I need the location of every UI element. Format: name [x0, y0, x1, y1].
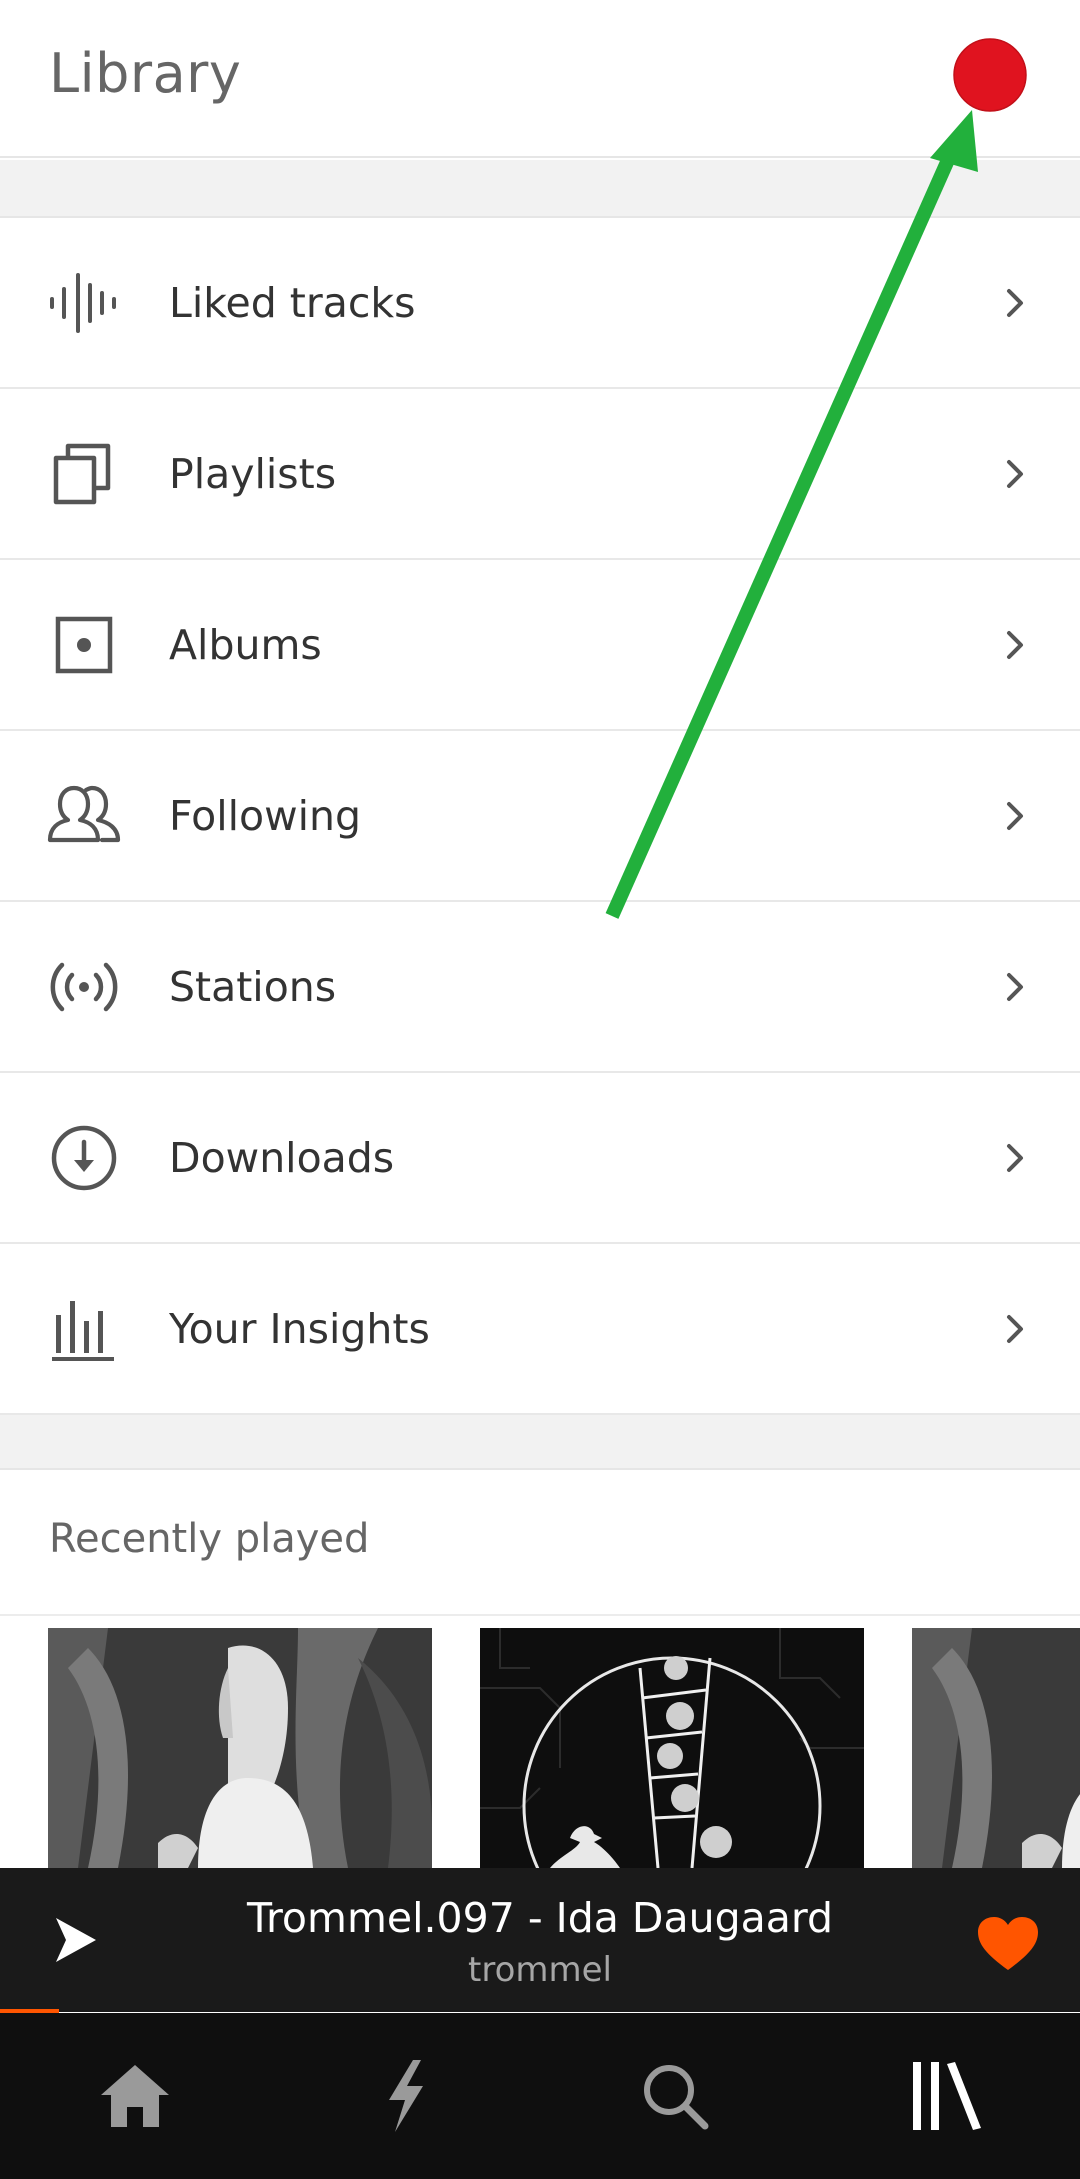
- chevron-right-icon: [1007, 288, 1023, 317]
- menu-item-label: Liked tracks: [169, 278, 416, 327]
- broadcast-icon: [46, 949, 122, 1025]
- chevron-right-icon: [1007, 1143, 1023, 1172]
- menu-item-label: Albums: [169, 620, 322, 669]
- album-artwork-image: [48, 1628, 432, 1868]
- heart-icon[interactable]: [976, 1916, 1040, 1972]
- menu-item-label: Stations: [169, 962, 337, 1011]
- menu-item-label: Playlists: [169, 449, 337, 498]
- page-title: Library: [49, 42, 242, 105]
- recently-played-header: Recently played: [0, 1470, 1080, 1616]
- menu-item-following[interactable]: Following: [0, 731, 1080, 902]
- menu-item-label: Your Insights: [169, 1304, 430, 1353]
- library-icon: [913, 2062, 981, 2130]
- menu-item-stations[interactable]: Stations: [0, 902, 1080, 1073]
- bottom-tab-bar: [0, 2013, 1080, 2179]
- record-dot-icon[interactable]: [953, 38, 1027, 112]
- chevron-right-icon: [1007, 972, 1023, 1001]
- menu-item-liked-tracks[interactable]: Liked tracks: [0, 218, 1080, 389]
- menu-item-playlists[interactable]: Playlists: [0, 389, 1080, 560]
- chevron-right-icon: [1007, 630, 1023, 659]
- mini-player[interactable]: Trommel.097 - Ida Daugaard trommel: [0, 1868, 1080, 2012]
- menu-item-downloads[interactable]: Downloads: [0, 1073, 1080, 1244]
- album-artwork-image: [912, 1628, 1080, 1868]
- tab-stream[interactable]: [270, 2013, 540, 2179]
- track-title: Trommel.097 - Ida Daugaard: [246, 1894, 834, 1942]
- waveform-icon: [46, 265, 122, 341]
- menu-item-albums[interactable]: Albums: [0, 560, 1080, 731]
- chevron-right-icon: [1007, 801, 1023, 830]
- track-artist: trommel: [468, 1950, 612, 1990]
- section-divider: [0, 160, 1080, 218]
- album-artwork-image: [480, 1628, 864, 1868]
- tab-search[interactable]: [540, 2013, 810, 2179]
- library-menu: Liked tracks Playlists Albums Following …: [0, 218, 1080, 1415]
- menu-item-label: Following: [169, 791, 362, 840]
- top-bar: Library: [0, 0, 1080, 158]
- chevron-right-icon: [1007, 1314, 1023, 1343]
- section-title: Recently played: [49, 1516, 370, 1562]
- recent-item-artwork[interactable]: [48, 1628, 432, 1868]
- home-icon: [101, 2065, 169, 2127]
- playlist-stack-icon: [46, 436, 122, 512]
- tab-home[interactable]: [0, 2013, 270, 2179]
- recent-item-artwork[interactable]: [912, 1628, 1080, 1868]
- recent-item-artwork[interactable]: [480, 1628, 864, 1868]
- recently-played-carousel[interactable]: [0, 1628, 1080, 1868]
- chevron-right-icon: [1007, 459, 1023, 488]
- album-icon: [46, 607, 122, 683]
- download-icon: [46, 1120, 122, 1196]
- menu-item-label: Downloads: [169, 1133, 395, 1182]
- tab-library[interactable]: [810, 2013, 1080, 2179]
- menu-item-insights[interactable]: Your Insights: [0, 1244, 1080, 1415]
- people-icon: [46, 778, 122, 854]
- search-icon: [644, 2065, 709, 2130]
- section-divider: [0, 1415, 1080, 1470]
- lightning-icon: [389, 2060, 423, 2132]
- bar-chart-icon: [46, 1291, 122, 1367]
